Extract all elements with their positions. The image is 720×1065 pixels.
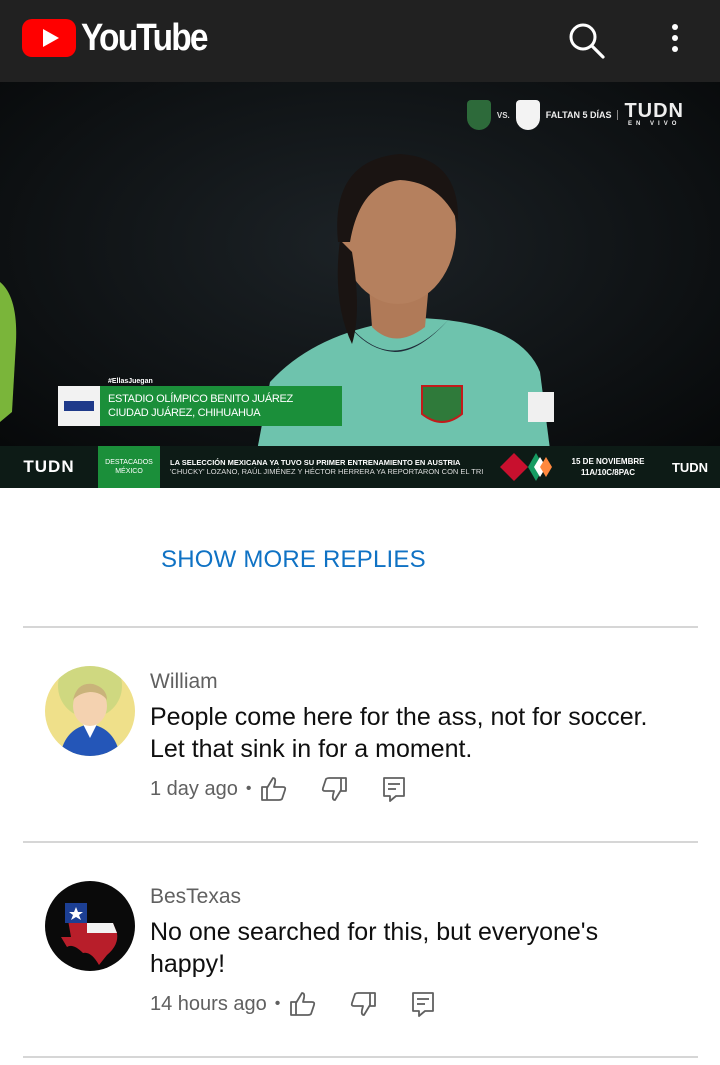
ticker-date: 15 DE NOVIEMBRE 11A/10C/8PAC	[556, 456, 660, 478]
location-stadium: ESTADIO OLÍMPICO BENITO JUÁREZ	[108, 393, 293, 405]
location-lower-third: ESTADIO OLÍMPICO BENITO JUÁREZ CIUDAD JU…	[58, 386, 342, 426]
comment-author[interactable]: BesTexas	[150, 885, 241, 909]
comment-meta: 14 hours ago •	[150, 989, 468, 1019]
scorebug: VS. FALTAN 5 DÍAS TUDN EN VIVO	[466, 100, 684, 130]
countdown-text: FALTAN 5 DÍAS	[546, 110, 619, 120]
ticker-headline-text: LA SELECCIÓN MEXICANA YA TUVO SU PRIMER …	[170, 458, 461, 467]
more-vert-icon[interactable]	[660, 20, 690, 60]
search-icon[interactable]	[566, 20, 606, 60]
divider	[23, 626, 698, 628]
ticker-network: TUDN	[23, 457, 75, 476]
comment: William People come here for the ass, no…	[0, 666, 720, 816]
comment-time: 1 day ago	[150, 777, 238, 800]
like-icon[interactable]	[259, 774, 289, 804]
comment-text: No one searched for this, but everyone's…	[150, 918, 599, 978]
show-more-replies-button[interactable]: SHOW MORE REPLIES	[161, 546, 426, 574]
ticker-date-line2: 11A/10C/8PAC	[580, 468, 636, 477]
flags-icon	[500, 452, 556, 482]
scorebug-vs: VS.	[496, 110, 510, 120]
comment: BesTexas No one searched for this, but e…	[0, 881, 720, 1031]
network-logo: TUDN EN VIVO	[624, 100, 684, 128]
ticker-date-line1: 15 DE NOVIEMBRE	[571, 457, 645, 466]
avatar[interactable]	[45, 881, 135, 971]
opponent-crest-icon	[515, 100, 540, 130]
location-hashtag: #EllasJuegan	[108, 378, 153, 385]
ticker-subline: 'CHUCKY' LOZANO, RAÚL JIMÉNEZ Y HÉCTOR H…	[170, 467, 484, 476]
logo-text: YouTube	[81, 17, 209, 59]
video-player[interactable]: VS. FALTAN 5 DÍAS TUDN EN VIVO #EllasJue…	[0, 82, 720, 488]
divider	[23, 1056, 698, 1058]
meta-separator: •	[245, 780, 252, 797]
network-sub: EN VIVO	[628, 121, 681, 127]
meta-separator: •	[274, 995, 281, 1012]
comment-time: 14 hours ago	[150, 992, 267, 1015]
like-icon[interactable]	[288, 989, 318, 1019]
ticker-network-right: TUDN	[671, 459, 709, 475]
video-frame	[0, 82, 720, 488]
dislike-icon[interactable]	[348, 989, 378, 1019]
youtube-logo[interactable]: YouTube	[22, 19, 224, 57]
mexico-crest-icon	[466, 100, 491, 130]
comment-meta: 1 day ago •	[150, 774, 439, 804]
league-logo-icon	[58, 386, 100, 426]
network-name: TUDN	[624, 100, 684, 122]
divider	[23, 841, 698, 843]
comment-text: People come here for the ass, not for so…	[150, 703, 648, 763]
location-text: ESTADIO OLÍMPICO BENITO JUÁREZ CIUDAD JU…	[100, 386, 342, 426]
comment-author[interactable]: William	[150, 670, 218, 694]
dislike-icon[interactable]	[319, 774, 349, 804]
news-ticker: TUDN DESTACADOS MÉXICO LA SELECCIÓN MEXI…	[0, 446, 720, 488]
youtube-play-icon	[22, 19, 76, 57]
ticker-section-line1: DESTACADOS	[105, 459, 153, 466]
ticker-section: DESTACADOS MÉXICO	[98, 446, 160, 488]
ticker-section-line2: MÉXICO	[115, 468, 143, 475]
reply-icon[interactable]	[408, 989, 438, 1019]
app-header: YouTube	[0, 0, 720, 82]
location-city: CIUDAD JUÁREZ, CHIHUAHUA	[108, 407, 261, 419]
avatar[interactable]	[45, 666, 135, 756]
reply-icon[interactable]	[379, 774, 409, 804]
ticker-headline: LA SELECCIÓN MEXICANA YA TUVO SU PRIMER …	[160, 458, 500, 476]
